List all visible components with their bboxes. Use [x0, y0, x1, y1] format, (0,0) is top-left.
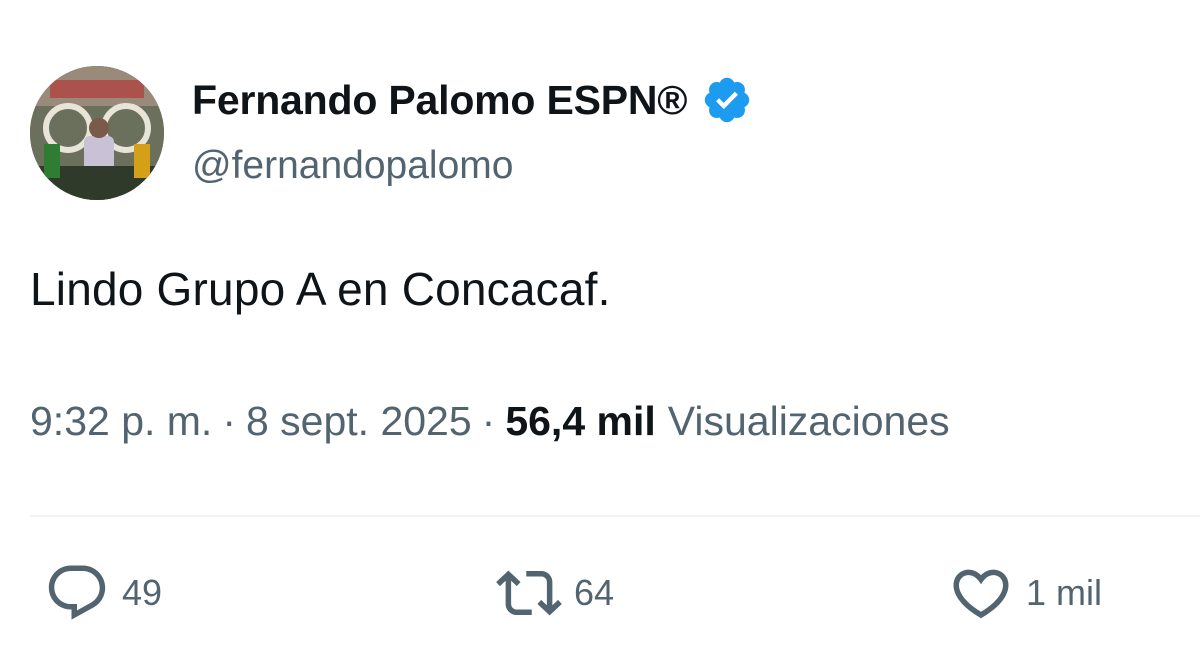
views-count[interactable]: 56,4 mil — [505, 398, 655, 445]
tweet-card: Fernando Palomo ESPN® @fernandopalomo Li… — [0, 0, 1200, 670]
tweet-date[interactable]: 8 sept. 2025 — [246, 398, 472, 445]
avatar-image — [30, 66, 164, 200]
avatar[interactable] — [30, 66, 164, 200]
like-button[interactable]: 1 mil — [948, 560, 1102, 626]
tweet-time[interactable]: 9:32 p. m. — [30, 398, 212, 445]
reply-count: 49 — [122, 572, 163, 613]
divider — [30, 515, 1200, 517]
tweet-actions: 49 64 1 mil — [0, 560, 1200, 630]
retweet-count: 64 — [574, 572, 615, 613]
author-name-row: Fernando Palomo ESPN® — [192, 74, 753, 126]
tweet-text: Lindo Grupo A en Concacaf. — [30, 263, 611, 315]
meta-separator: · — [481, 398, 496, 444]
retweet-button[interactable]: 64 — [496, 560, 614, 626]
verified-badge-icon[interactable] — [701, 74, 753, 126]
like-count: 1 mil — [1026, 572, 1103, 613]
author-handle[interactable]: @fernandopalomo — [192, 144, 513, 188]
reply-button[interactable]: 49 — [44, 560, 162, 626]
heart-icon — [953, 569, 1009, 619]
tweet-meta: 9:32 p. m. · 8 sept. 2025 · 56,4 mil Vis… — [30, 398, 950, 445]
reply-icon — [48, 565, 106, 620]
author-display-name[interactable]: Fernando Palomo ESPN® — [192, 77, 688, 124]
retweet-icon — [496, 570, 562, 616]
views-label: Visualizaciones — [667, 398, 950, 444]
meta-separator: · — [222, 398, 236, 444]
